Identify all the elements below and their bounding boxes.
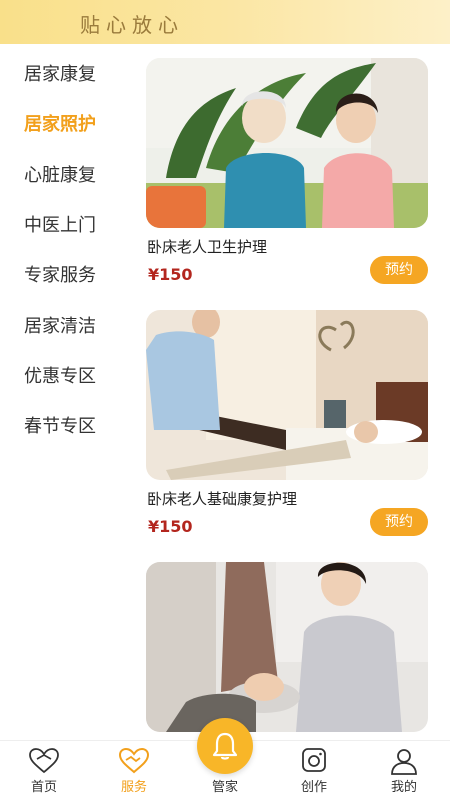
sidebar-item-expert-service[interactable]: 专家服务 [24, 261, 96, 287]
service-price: ¥150 [148, 265, 193, 284]
heart-handshake-icon [118, 747, 150, 774]
tab-create[interactable]: 创作 [284, 747, 344, 795]
service-price: ¥150 [148, 517, 193, 536]
tab-mine-label: 我的 [390, 780, 417, 795]
tab-home[interactable]: 首页 [14, 747, 74, 795]
tab-butler-label: 管家 [211, 780, 238, 795]
service-title[interactable]: 卧床老人基础康复护理 [147, 488, 297, 509]
service-photo-caregiver-elderly [146, 58, 428, 228]
page-title: 贴心放心 [80, 13, 184, 37]
home-heart-icon [29, 748, 59, 774]
service-card-image[interactable] [146, 310, 428, 480]
person-icon [391, 749, 417, 775]
camera-icon [302, 748, 326, 772]
category-sidebar: 居家康复 居家照护 心脏康复 中医上门 专家服务 居家清洁 优惠专区 春节专区 [0, 44, 130, 740]
bell-icon [212, 732, 238, 760]
tab-mine[interactable]: 我的 [374, 747, 434, 795]
sidebar-item-home-care[interactable]: 居家照护 [24, 110, 96, 136]
header-bar: 贴心放心 [0, 0, 450, 44]
sidebar-item-home-cleaning[interactable]: 居家清洁 [24, 312, 96, 338]
sidebar-item-home-rehab[interactable]: 居家康复 [24, 60, 96, 86]
service-card-image[interactable] [146, 58, 428, 228]
book-button[interactable]: 预约 [370, 508, 428, 536]
book-button[interactable]: 预约 [370, 256, 428, 284]
butler-bell-button[interactable] [197, 718, 253, 774]
service-photo-rehab-care [146, 310, 428, 480]
tab-services-label: 服务 [120, 780, 147, 795]
sidebar-item-discounts[interactable]: 优惠专区 [24, 362, 96, 388]
service-photo-hair-washing [146, 562, 428, 732]
tab-services[interactable]: 服务 [104, 747, 164, 795]
tab-home-label: 首页 [30, 780, 57, 795]
sidebar-item-cardiac-rehab[interactable]: 心脏康复 [24, 161, 96, 187]
sidebar-item-spring-festival[interactable]: 春节专区 [24, 412, 96, 438]
service-title[interactable]: 卧床老人卫生护理 [147, 236, 267, 257]
service-card-image[interactable] [146, 562, 428, 732]
sidebar-item-tcm-visit[interactable]: 中医上门 [24, 211, 96, 237]
tab-butler[interactable]: 管家 [195, 775, 255, 795]
tab-create-label: 创作 [300, 780, 327, 795]
